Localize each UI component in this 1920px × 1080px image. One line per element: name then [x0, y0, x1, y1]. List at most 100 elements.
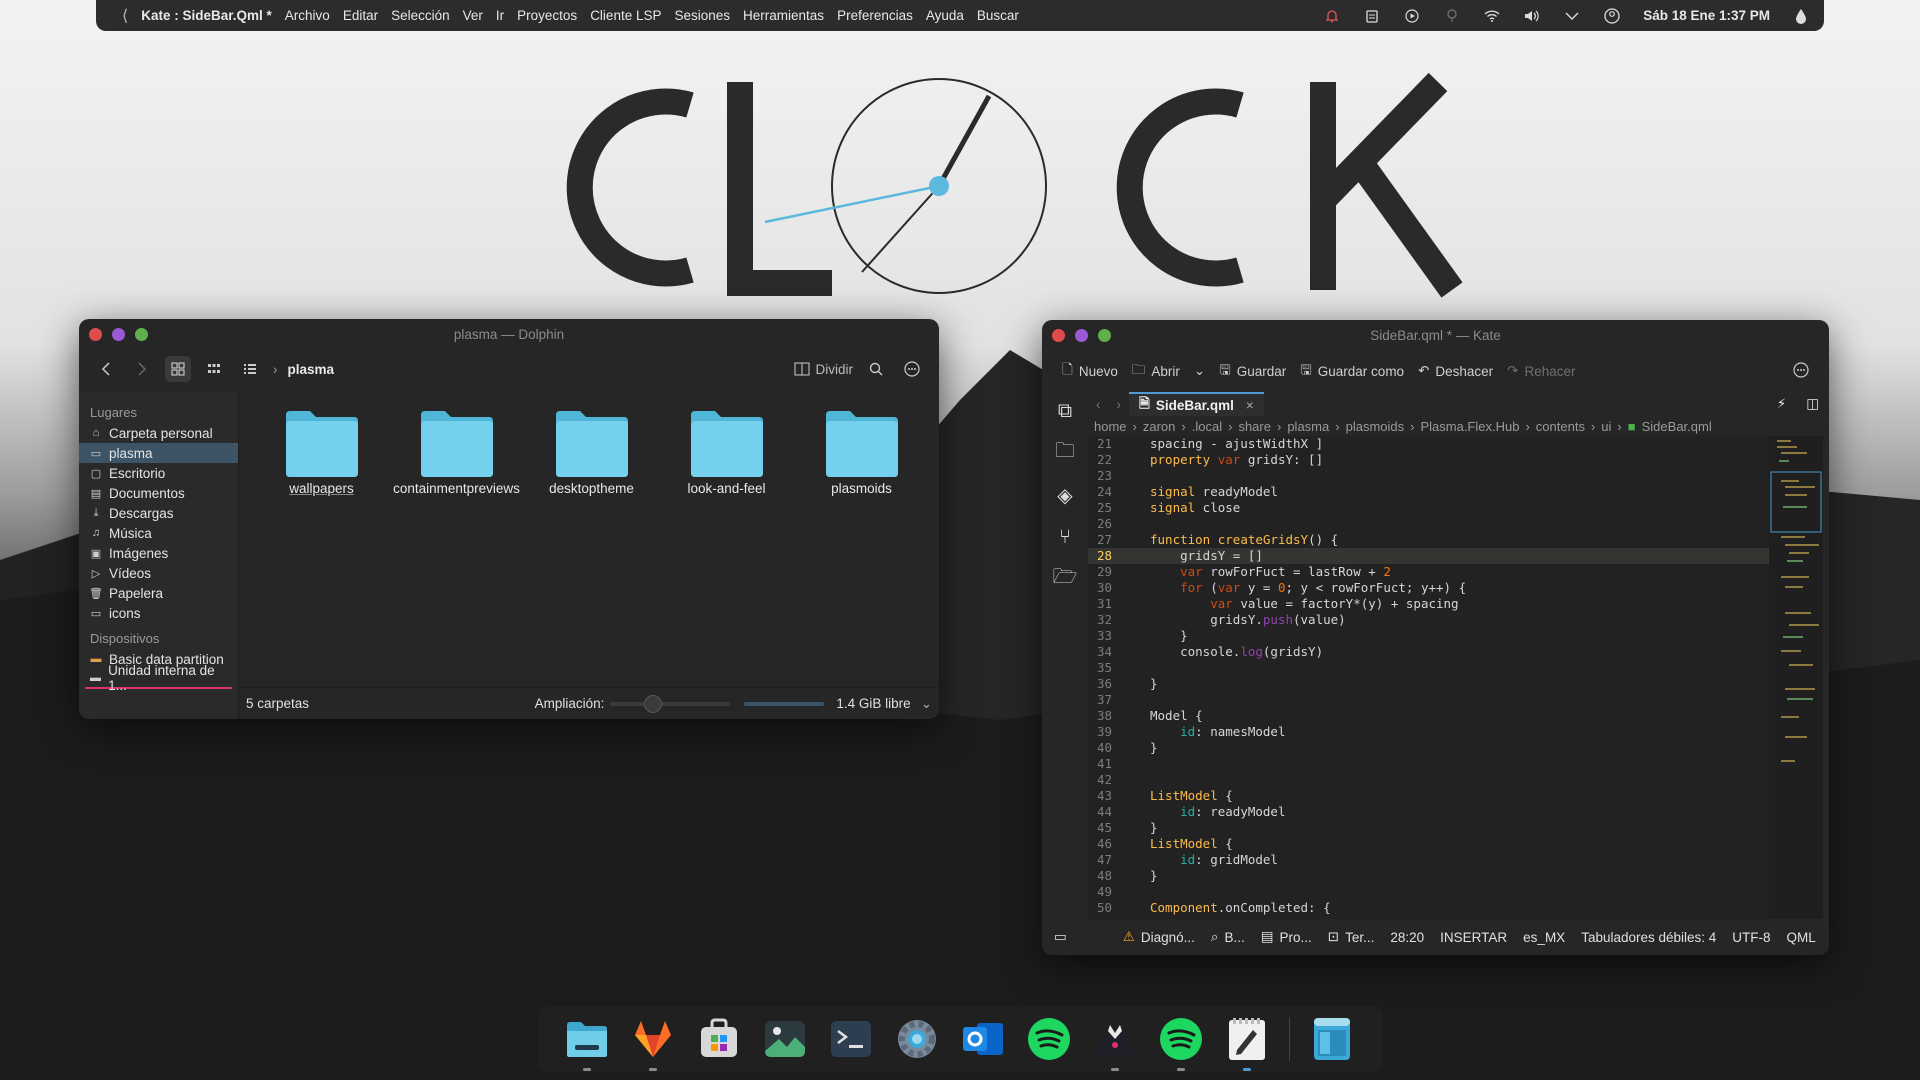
wifi-icon[interactable] [1483, 7, 1501, 25]
crumb[interactable]: ui [1601, 419, 1611, 434]
device-internal-drive[interactable]: ▬ Unidad interna de 1... [85, 663, 232, 693]
zoom-slider-handle[interactable] [644, 694, 663, 713]
zoom-slider[interactable] [610, 694, 731, 713]
folder-item[interactable]: desktoptheme [524, 407, 659, 497]
filesystem-browser-icon[interactable]: 🗁 [1052, 566, 1078, 592]
input-mode[interactable]: INSERTAR [1440, 930, 1507, 945]
dictionary[interactable]: es_MX [1523, 930, 1565, 945]
close-tab-icon[interactable]: × [1246, 398, 1254, 413]
split-button[interactable]: Dividir [815, 362, 853, 377]
terminal-tab[interactable]: ⊡ Ter... [1328, 929, 1375, 945]
search-icon[interactable] [863, 356, 889, 382]
media-player-icon[interactable] [1403, 7, 1421, 25]
dolphin-icon[interactable] [563, 1015, 611, 1071]
tab-forward-icon[interactable]: › [1109, 397, 1130, 412]
search-tab[interactable]: ⌕ B... [1211, 929, 1245, 945]
crumb[interactable]: SideBar.qml [1642, 419, 1712, 434]
panel-collapse-icon[interactable]: ⟨ [122, 6, 128, 26]
more-options-icon[interactable] [899, 356, 925, 382]
quick-open-icon[interactable]: ⚡ [1767, 396, 1796, 412]
crumb[interactable]: zaron [1143, 419, 1176, 434]
folder-item[interactable]: look-and-feel [659, 407, 794, 497]
maximize-button[interactable] [135, 328, 148, 341]
save-button[interactable]: 🖫 Guardar [1219, 360, 1286, 383]
place-downloads[interactable]: ⤓ Descargas [79, 503, 238, 523]
settings-icon[interactable] [893, 1015, 941, 1063]
maximize-button[interactable] [1098, 329, 1111, 342]
encoding[interactable]: UTF-8 [1732, 930, 1770, 945]
back-button[interactable] [93, 356, 119, 382]
syntax-mode[interactable]: QML [1787, 930, 1816, 945]
menu-editar[interactable]: Editar [343, 8, 378, 23]
projects-tab[interactable]: ▤ Pro... [1261, 929, 1312, 945]
diagnostics-tab[interactable]: ⚠ Diagnó... [1123, 929, 1195, 945]
place-plasma[interactable]: ▭ plasma [79, 443, 238, 463]
night-color-icon[interactable] [1443, 7, 1461, 25]
notification-bell-icon[interactable] [1323, 7, 1341, 25]
place-music[interactable]: ♫ Música [79, 523, 238, 543]
more-options-icon[interactable] [1793, 361, 1809, 381]
folder-item[interactable]: plasmoids [794, 407, 929, 497]
outlook-icon[interactable] [959, 1015, 1007, 1063]
undo-button[interactable]: ↶ Deshacer [1418, 363, 1493, 379]
chevron-down-icon[interactable] [1563, 7, 1581, 25]
menu-ayuda[interactable]: Ayuda [926, 8, 964, 23]
place-videos[interactable]: ▷ Vídeos [79, 563, 238, 583]
clipboard-icon[interactable] [1363, 7, 1381, 25]
tab-back-icon[interactable]: ‹ [1088, 397, 1109, 412]
new-button[interactable]: 🗋 Nuevo [1062, 360, 1118, 383]
menu-seleccion[interactable]: Selección [391, 8, 450, 23]
menu-buscar[interactable]: Buscar [977, 8, 1019, 23]
close-button[interactable] [1052, 329, 1065, 342]
save-as-button[interactable]: 🖫 Guardar como [1300, 360, 1404, 383]
spotify-icon[interactable] [1025, 1015, 1073, 1063]
kate-titlebar[interactable]: SideBar.qml * — Kate [1042, 320, 1829, 350]
split-view-icon[interactable]: ◫ [1796, 396, 1829, 412]
indentation-settings[interactable]: Tabuladores débiles: 4 [1581, 930, 1716, 945]
crumb[interactable]: contents [1536, 419, 1585, 434]
window-app-icon[interactable] [1308, 1015, 1356, 1063]
menu-ir[interactable]: Ir [496, 8, 504, 23]
spotify-alt-icon[interactable] [1157, 1015, 1205, 1071]
place-trash[interactable]: 🗑 Papelera [79, 583, 238, 603]
place-home[interactable]: ⌂ Carpeta personal [79, 423, 238, 443]
tab-sidebar-qml[interactable]: 🗎 SideBar.qml × [1129, 392, 1264, 416]
git-icon[interactable]: ◈ [1052, 482, 1078, 508]
code-editor[interactable]: 21 spacing - ajustWidthX ] 22 property var… [1088, 436, 1769, 919]
volume-icon[interactable] [1523, 7, 1541, 25]
place-icons[interactable]: ▭ icons [79, 603, 238, 623]
crumb[interactable]: Plasma.Flex.Hub [1420, 419, 1519, 434]
free-space-label[interactable]: 1.4 GiB libre [836, 696, 910, 711]
compact-view-button[interactable] [201, 356, 227, 382]
documents-icon[interactable]: ⧉ [1052, 398, 1078, 424]
terminal-icon[interactable] [827, 1015, 875, 1063]
breadcrumb-current[interactable]: plasma [288, 362, 335, 377]
message-icon[interactable]: ▭ [1054, 929, 1067, 945]
place-pictures[interactable]: ▣ Imágenes [79, 543, 238, 563]
project-folder-icon[interactable]: 🗀 [1052, 440, 1078, 466]
crumb[interactable]: share [1238, 419, 1271, 434]
menu-preferencias[interactable]: Preferencias [837, 8, 913, 23]
wallpaper-app-icon[interactable] [1091, 1015, 1139, 1071]
crumb[interactable]: .local [1192, 419, 1222, 434]
crumb[interactable]: plasma [1287, 419, 1329, 434]
image-viewer-icon[interactable] [761, 1015, 809, 1063]
open-button[interactable]: 🗀 Abrir ⌄ [1132, 360, 1205, 383]
icons-view-button[interactable] [165, 356, 191, 382]
crumb[interactable]: home [1094, 419, 1127, 434]
menu-sesiones[interactable]: Sesiones [674, 8, 730, 23]
menu-ver[interactable]: Ver [463, 8, 483, 23]
menu-proyectos[interactable]: Proyectos [517, 8, 577, 23]
folder-item[interactable]: wallpapers [254, 407, 389, 497]
details-view-button[interactable] [237, 356, 263, 382]
minimap[interactable] [1769, 436, 1823, 919]
folder-item[interactable]: containmentpreviews [389, 407, 524, 497]
close-button[interactable] [89, 328, 102, 341]
crumb[interactable]: plasmoids [1346, 419, 1405, 434]
forward-button[interactable] [129, 356, 155, 382]
place-documents[interactable]: ▤ Documentos [79, 483, 238, 503]
panel-clock[interactable]: Sáb 18 Ene 1:37 PM [1643, 8, 1770, 23]
drop-icon[interactable] [1792, 7, 1810, 25]
user-avatar-icon[interactable] [1603, 7, 1621, 25]
chevron-down-icon[interactable]: ⌄ [921, 696, 932, 712]
